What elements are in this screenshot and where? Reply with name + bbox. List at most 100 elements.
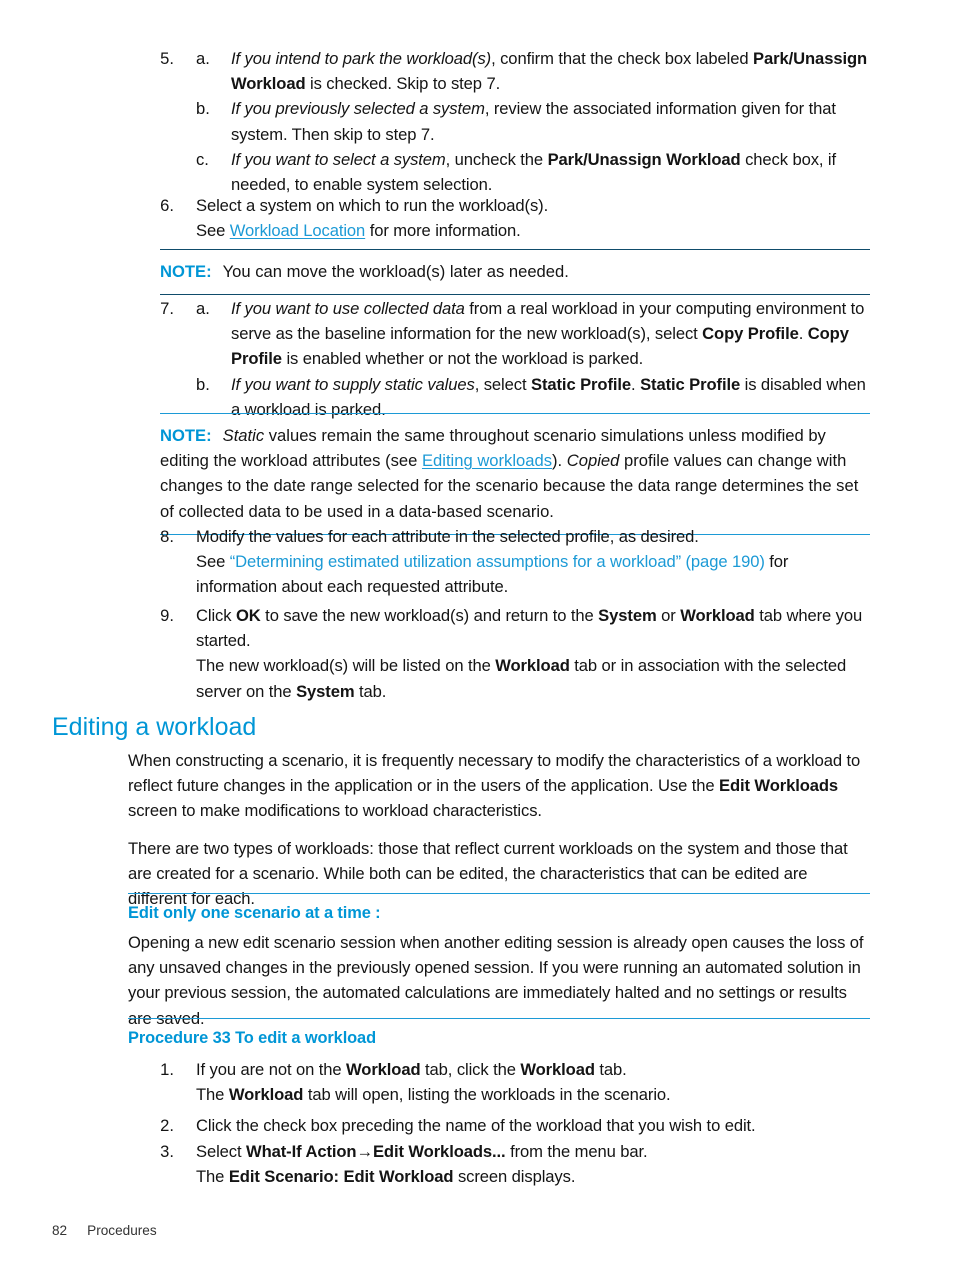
step-8: 8. Modify the values for each attribute … [128, 524, 870, 600]
step-5a-text: If you intend to park the workload(s), c… [231, 46, 870, 96]
step-7-number: 7. [160, 299, 174, 318]
step-5b-letter: b. [196, 99, 210, 119]
step-5b-em1: If you previously selected a system [231, 99, 485, 119]
step-5a-em1: If you intend to park the workload(s) [231, 49, 492, 68]
procedure-block: Procedure 33 To edit a workload 1. If yo… [128, 1018, 870, 1189]
step-7a-letter: a. [196, 299, 210, 318]
step-9-block: 9. Click OK to save the new workload(s) … [128, 603, 870, 704]
section-p1-c: screen to make modifications to workload… [128, 801, 542, 821]
step-7-block: 7. a. If you want to use collected data … [128, 296, 870, 422]
note-1-block: NOTE: You can move the workload(s) later … [128, 249, 870, 296]
proc-s3-strong1: What-If Action→Edit Workloads... [246, 1141, 506, 1161]
procedure-step-2-number: 2. [160, 1116, 174, 1136]
step-6-see-suffix: for more information. [365, 221, 521, 241]
step-9-t1: Click [196, 606, 236, 625]
step-6-block: 6. Select a system on which to run the w… [128, 193, 870, 243]
procedure-step-2: 2. Click the check box preceding the nam… [128, 1113, 870, 1138]
step-7b-letter: b. [196, 374, 210, 394]
step-7a-t6: is enabled whether or not the workload i… [281, 349, 644, 369]
procedure-step-3-text: Select What-If Action→Edit Workloads... … [196, 1139, 870, 1164]
step-5a-t4: is checked. Skip to step 7. [305, 74, 501, 94]
step-5c-strong1: Park/Unassign Workload [547, 149, 741, 169]
step-6-text: Select a system on which to run the work… [196, 196, 549, 215]
document-page: 5. a. If you intend to park the workload… [0, 0, 954, 1271]
step-6-see-line: See Workload Location for more informati… [196, 218, 870, 243]
procedure-step-1-result: The Workload tab will open, listing the … [196, 1082, 870, 1107]
procedure-step-1: 1. If you are not on the Workload tab, c… [128, 1057, 870, 1107]
note-text: NOTE: Static values remain the same throu… [160, 423, 870, 524]
step-6-number: 6. [160, 196, 174, 215]
step-5a-t2: , confirm that the check box labeled [491, 49, 754, 68]
step-5: 5. a. If you intend to park the workload… [128, 46, 870, 197]
editing-workloads-link[interactable]: Editing workloads [422, 451, 552, 470]
step-8-number: 8. [160, 527, 174, 546]
note-callout: NOTE: You can move the workload(s) later … [160, 249, 870, 296]
procedure-step-1-number: 1. [160, 1060, 174, 1079]
step-8-see-prefix: See [196, 552, 230, 572]
step-6: 6. Select a system on which to run the w… [128, 193, 870, 243]
section-intro-block: When constructing a scenario, it is freq… [128, 748, 870, 911]
step-7b-t2: , select [474, 374, 531, 394]
proc-s3-r2-strong: Edit Scenario: Edit Workload [228, 1166, 454, 1186]
proc-s1-r3: tab will open, listing the workloads in … [303, 1085, 671, 1105]
procedure-step-3: 3. Select What-If Action→Edit Workloads.… [128, 1139, 870, 1189]
step-7: 7. a. If you want to use collected data … [128, 296, 870, 422]
step-9-text: Click OK to save the new workload(s) and… [196, 603, 870, 653]
step-7a-strong1: Copy Profile [702, 324, 799, 344]
section-paragraph-1: When constructing a scenario, it is freq… [128, 748, 870, 824]
proc-s1-t1: If you are not on the [196, 1060, 347, 1079]
footer-section-label: Procedures [87, 1223, 157, 1238]
step-9-result: The new workload(s) will be listed on th… [196, 653, 870, 703]
section-p1-strong: Edit Workloads [718, 776, 839, 796]
page-title: Editing a workload [52, 713, 257, 741]
step-5c-t2: , uncheck the [445, 149, 548, 169]
caution-body: Opening a new edit scenario session when… [128, 933, 864, 1028]
note-label: NOTE: [160, 426, 212, 445]
step-7a-em1: If you want to use collected data [231, 299, 465, 318]
note-callout: NOTE: Static values remain the same throu… [160, 413, 870, 535]
procedure-step-2-text: Click the check box preceding the name o… [196, 1116, 756, 1136]
step-9-strong-workload: Workload [680, 606, 755, 625]
step-8-text: Modify the values for each attribute in … [196, 527, 699, 546]
workload-location-link[interactable]: Workload Location [230, 221, 366, 240]
note-label: NOTE: [160, 262, 212, 281]
procedure-step-3-number: 3. [160, 1141, 174, 1161]
step-7b-t4: . [631, 374, 641, 394]
step-9-t3: to save the new workload(s) and return t… [260, 606, 599, 625]
note-2-em1: Static [222, 426, 265, 445]
step-7b-strong1: Static Profile [530, 374, 632, 394]
step-5c-em1: If you want to select a system [231, 149, 446, 169]
step-5a-letter: a. [196, 49, 210, 68]
proc-s3-t1: Select [196, 1141, 247, 1161]
step-9-r1: The new workload(s) will be listed on th… [196, 656, 496, 676]
step-5c-letter: c. [196, 149, 209, 169]
step-7a-text: If you want to use collected data from a… [231, 296, 870, 372]
step-9-r2-strong: Workload [495, 656, 570, 676]
step-5-block: 5. a. If you intend to park the workload… [128, 46, 870, 197]
determining-utilization-link[interactable]: “Determining estimated utilization assum… [230, 552, 765, 571]
procedure-step-1-text: If you are not on the Workload tab, clic… [196, 1057, 870, 1082]
step-9-strong-system: System [598, 606, 657, 625]
proc-s1-strong2: Workload [520, 1060, 595, 1079]
step-5a: a. If you intend to park the workload(s)… [196, 46, 870, 96]
note-2-em2: Copied [566, 451, 620, 471]
step-9-number: 9. [160, 606, 174, 625]
step-7b-em1: If you want to supply static values [231, 374, 475, 394]
proc-s1-t5: tab. [594, 1060, 627, 1079]
proc-s1-r2-strong: Workload [228, 1085, 304, 1105]
proc-s3-t3: from the menu bar. [505, 1141, 648, 1161]
step-7a-t4: . [798, 324, 808, 344]
step-5c: c. If you want to select a system, unche… [196, 147, 870, 197]
caution-block: Edit only one scenario at a time : Openi… [128, 893, 870, 1031]
proc-s3-r3: screen displays. [453, 1166, 576, 1186]
page-footer: 82 Procedures [52, 1222, 157, 1240]
proc-s1-t3: tab, click the [420, 1060, 521, 1079]
proc-s3-r1: The [196, 1166, 229, 1186]
note-2-t3: ). [552, 451, 567, 471]
step-9: 9. Click OK to save the new workload(s) … [128, 603, 870, 704]
step-5b: b. If you previously selected a system, … [196, 96, 870, 146]
